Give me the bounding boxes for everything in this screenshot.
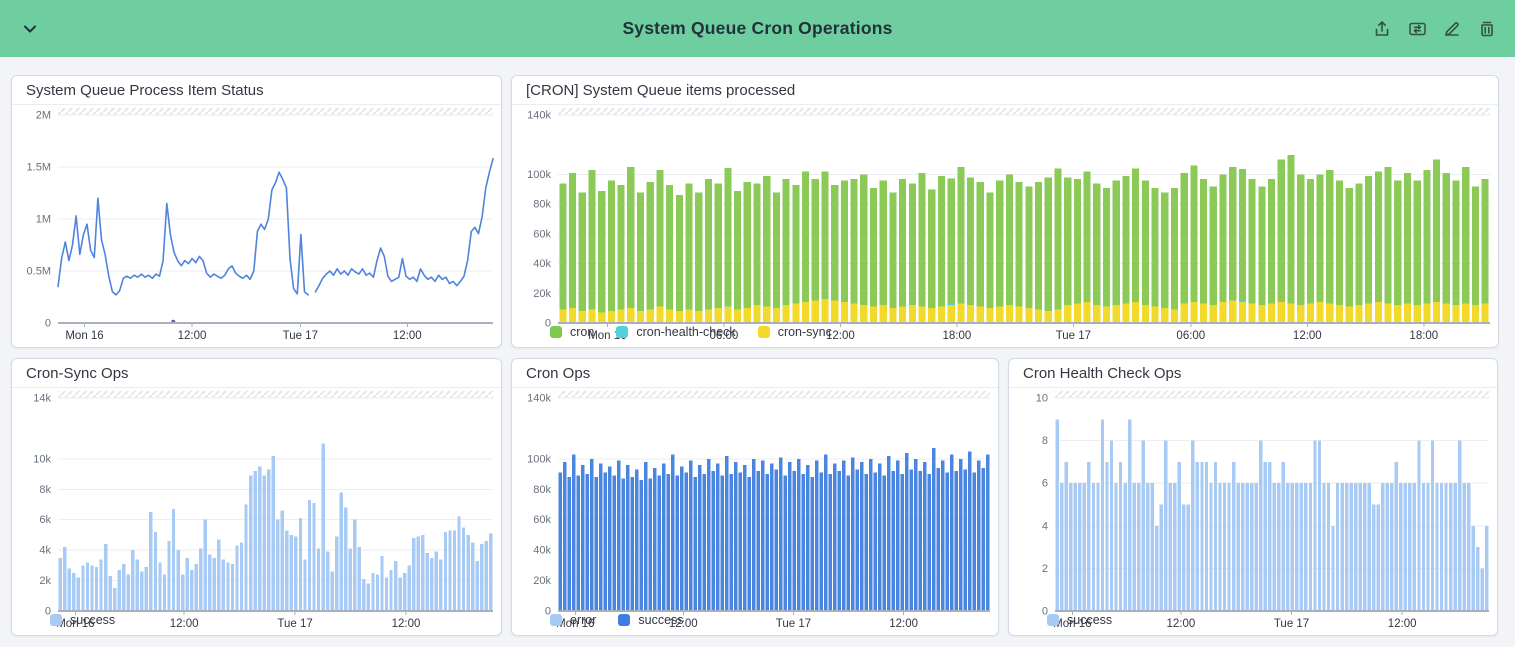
dashboard-section-header: System Queue Cron Operations [0,0,1515,57]
legend-item-success[interactable]: success [1047,613,1112,627]
svg-text:10: 10 [1036,393,1048,405]
svg-text:6: 6 [1042,478,1048,490]
svg-text:20k: 20k [533,575,551,587]
svg-text:0: 0 [45,318,51,330]
legend-swatch [616,326,628,338]
replace-panel-button[interactable] [1405,17,1429,41]
svg-text:1M: 1M [36,214,51,226]
edit-icon [1443,20,1461,38]
legend-label: success [70,613,115,627]
svg-text:60k: 60k [533,228,551,240]
stacked-bar-chart-items-processed[interactable]: 020k40k60k80k100k140kMon 1606:0012:0018:… [512,105,1498,325]
legend-label: success [638,613,683,627]
panel-cron-health-check-ops: Cron Health Check Ops 0246810Mon 1612:00… [1008,358,1498,636]
chart-legend: error success [512,613,998,635]
svg-text:12:00: 12:00 [178,330,207,342]
legend-item-cron-sync[interactable]: cron-sync [758,325,832,339]
delete-icon [1478,20,1496,38]
dashboard-body: System Queue Process Item Status 0 0.5M 1M… [0,57,1515,647]
svg-text:80k: 80k [533,199,551,211]
panel-cron-items-processed: [CRON] System Queue items processed 020k… [511,75,1499,348]
legend-swatch [50,614,62,626]
chart-legend: cron cron-health-check cron-sync [512,325,1498,347]
svg-text:2: 2 [1042,563,1048,575]
svg-text:10k: 10k [33,453,51,465]
svg-text:6k: 6k [39,514,51,526]
section-actions [1370,17,1499,41]
legend-label: success [1067,613,1112,627]
dashboard-row-bottom: Cron-Sync Ops 02k4k6k8k10k14kMon 1612:00… [11,358,1504,636]
share-icon [1373,20,1391,38]
svg-text:40k: 40k [533,258,551,270]
panel-title[interactable]: Cron-Sync Ops [12,359,501,388]
legend-item-cron-health-check[interactable]: cron-health-check [616,325,735,339]
legend-swatch [758,326,770,338]
svg-text:8k: 8k [39,484,51,496]
legend-item-error[interactable]: error [550,613,596,627]
legend-label: cron [570,325,594,339]
svg-text:12:00: 12:00 [393,330,422,342]
chart-legend: success [1009,613,1497,635]
svg-text:2k: 2k [39,575,51,587]
svg-text:14k: 14k [33,393,51,405]
panel-title[interactable]: [CRON] System Queue items processed [512,76,1498,105]
panel-system-queue-process-item-status: System Queue Process Item Status 0 0.5M 1M… [11,75,502,348]
svg-text:140k: 140k [527,110,551,122]
svg-text:2M: 2M [36,110,51,122]
bar-chart-cron-sync-ops[interactable]: 02k4k6k8k10k14kMon 1612:00Tue 1712:00 [12,388,501,613]
legend-item-success[interactable]: success [50,613,115,627]
panel-cron-ops: Cron Ops 020k40k60k80k100k140kMon 1612:0… [511,358,999,636]
svg-text:4k: 4k [39,545,51,557]
svg-text:0.5M: 0.5M [27,266,51,278]
svg-text:4: 4 [1042,520,1048,532]
panel-title[interactable]: Cron Health Check Ops [1009,359,1497,388]
legend-swatch [1047,614,1059,626]
svg-text:40k: 40k [533,545,551,557]
svg-text:80k: 80k [533,484,551,496]
bar-chart-cron-health-check-ops[interactable]: 0246810Mon 1612:00Tue 1712:00 [1009,388,1497,613]
panel-cron-sync-ops: Cron-Sync Ops 02k4k6k8k10k14kMon 1612:00… [11,358,502,636]
legend-label: cron-sync [778,325,832,339]
legend-label: cron-health-check [636,325,735,339]
replace-panel-icon [1408,20,1427,38]
svg-text:60k: 60k [533,514,551,526]
svg-text:140k: 140k [527,393,551,405]
share-button[interactable] [1370,17,1394,41]
legend-swatch [618,614,630,626]
edit-button[interactable] [1440,17,1464,41]
svg-text:20k: 20k [533,288,551,300]
legend-swatch [550,326,562,338]
dashboard-row-top: System Queue Process Item Status 0 0.5M 1M… [11,75,1504,348]
svg-text:8: 8 [1042,435,1048,447]
svg-text:100k: 100k [527,453,551,465]
panel-title[interactable]: Cron Ops [512,359,998,388]
delete-button[interactable] [1475,17,1499,41]
svg-text:Tue 17: Tue 17 [283,330,318,342]
svg-text:100k: 100k [527,169,551,181]
line-chart-process-item-status[interactable]: 0 0.5M 1M 1.5M 2M Mon 16 12:00 Tue 17 12:00 [12,105,501,347]
section-title: System Queue Cron Operations [0,18,1515,39]
panel-title[interactable]: System Queue Process Item Status [12,76,501,105]
svg-text:Mon 16: Mon 16 [65,330,103,342]
legend-label: error [570,613,596,627]
chart-legend: success [12,613,501,635]
legend-item-success[interactable]: success [618,613,683,627]
legend-swatch [550,614,562,626]
legend-item-cron[interactable]: cron [550,325,594,339]
svg-text:1.5M: 1.5M [27,162,51,174]
bar-chart-cron-ops[interactable]: 020k40k60k80k100k140kMon 1612:00Tue 1712… [512,388,998,613]
